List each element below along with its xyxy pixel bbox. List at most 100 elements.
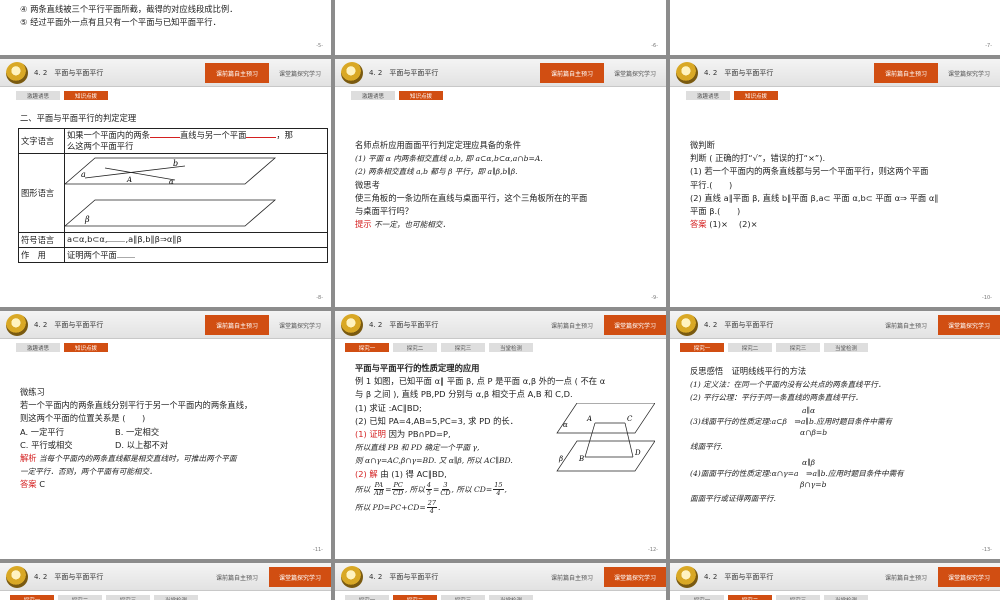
tab-explore-2[interactable]: 探究二 xyxy=(393,343,437,352)
tab-intro[interactable]: 激趣诱思 xyxy=(16,91,60,100)
tab-explore-2[interactable]: 探究二 xyxy=(728,343,772,352)
slide-9: 4. 2 平面与平面平行 课前篇自主预习 课堂篇探究学习 激趣诱思 知识点拨 名… xyxy=(335,59,666,307)
slide-header: 4. 2 平面与平面平行 课前篇自主预习 课堂篇探究学习 xyxy=(335,311,666,339)
svg-text:A: A xyxy=(586,415,592,423)
tab-explore-2[interactable]: 探究二 xyxy=(393,595,437,600)
tab-explore-3[interactable]: 探究三 xyxy=(106,595,150,600)
preview-button[interactable]: 课前篇自主预习 xyxy=(874,315,938,335)
slide-9-body: 名师点析应用面面平行判定定理应具备的条件 (1) 平面 α 内两条相交直线 a,… xyxy=(355,139,648,231)
explore-button[interactable]: 课堂篇探究学习 xyxy=(938,63,1000,83)
preview-tabs: 激趣诱思 知识点拨 xyxy=(16,91,112,100)
tab-explore-1[interactable]: 探究一 xyxy=(345,343,389,352)
row-label: 图形语言 xyxy=(18,153,65,233)
solution-label: (2) 解 xyxy=(355,468,378,479)
tab-knowledge[interactable]: 知识点拨 xyxy=(64,91,108,100)
preview-tabs: 激趣诱思 知识点拨 xyxy=(351,91,447,100)
slide-13: 4. 2 平面与平面平行 课前篇自主预习 课堂篇探究学习 探究一 探究二 探究三… xyxy=(670,311,1000,559)
tab-knowledge[interactable]: 知识点拨 xyxy=(734,91,778,100)
tab-explore-1[interactable]: 探究一 xyxy=(680,595,724,600)
tab-in-class-check[interactable]: 当堂检测 xyxy=(824,343,868,352)
tab-knowledge[interactable]: 知识点拨 xyxy=(399,91,443,100)
slide-15: 4. 2 平面与平面平行 课前篇自主预习 课堂篇探究学习 探究一 探究二 探究三… xyxy=(335,563,666,600)
preview-button[interactable]: 课前篇自主预习 xyxy=(540,567,604,587)
tab-in-class-check[interactable]: 当堂检测 xyxy=(489,343,533,352)
tab-in-class-check[interactable]: 当堂检测 xyxy=(154,595,198,600)
explanation-label: 解析 xyxy=(20,453,37,464)
slide-header: 4. 2 平面与平面平行 课前篇自主预习 课堂篇探究学习 xyxy=(670,563,1000,591)
school-logo-icon xyxy=(676,314,698,336)
school-logo-icon xyxy=(6,314,28,336)
explore-button[interactable]: 课堂篇探究学习 xyxy=(604,63,666,83)
page-number: -10- xyxy=(982,295,992,301)
page-number: -6- xyxy=(651,43,658,49)
explore-button[interactable]: 课堂篇探究学习 xyxy=(938,315,1000,335)
tab-intro[interactable]: 激趣诱思 xyxy=(351,91,395,100)
theorem-4: α∥β (4)面面平行的性质定理:α∩γ=a ⇒a∥b.应用时题目条件中需有 β… xyxy=(690,458,904,503)
section-label: 4. 2 平面与平面平行 xyxy=(704,321,774,329)
section-heading: 二、平面与平面平行的判定定理 xyxy=(20,113,137,123)
fill-blank[interactable] xyxy=(116,257,135,258)
section-label: 4. 2 平面与平面平行 xyxy=(34,573,104,581)
tab-explore-1[interactable]: 探究一 xyxy=(345,595,389,600)
fill-blank[interactable] xyxy=(246,137,277,138)
preview-button[interactable]: 课前篇自主预习 xyxy=(540,63,604,83)
fill-blank[interactable] xyxy=(149,137,180,138)
section-label: 4. 2 平面与平面平行 xyxy=(34,69,104,77)
preview-button[interactable]: 课前篇自主预习 xyxy=(874,63,938,83)
tab-explore-2[interactable]: 探究二 xyxy=(728,595,772,600)
tab-explore-3[interactable]: 探究三 xyxy=(441,343,485,352)
tab-explore-1[interactable]: 探究一 xyxy=(10,595,54,600)
fill-blank[interactable] xyxy=(107,241,126,242)
tab-intro[interactable]: 激趣诱思 xyxy=(16,343,60,352)
svg-text:α: α xyxy=(563,421,568,429)
explore-tabs: 探究一 探究二 探究三 当堂检测 xyxy=(680,343,872,352)
slide-10-body: 微判断 判断 ( 正确的打“√”，错误的打“×”). (1) 若一个平面内的两条… xyxy=(690,139,982,231)
tab-explore-3[interactable]: 探究三 xyxy=(776,343,820,352)
svg-text:β: β xyxy=(558,455,563,463)
tab-in-class-check[interactable]: 当堂检测 xyxy=(824,595,868,600)
slide-10: 4. 2 平面与平面平行 课前篇自主预习 课堂篇探究学习 激趣诱思 知识点拨 微… xyxy=(670,59,1000,307)
section-label: 4. 2 平面与平面平行 xyxy=(34,321,104,329)
options-row-1: A. 一定平行 B. 一定相交 xyxy=(20,426,160,437)
explanation-line: 解析 当每个平面内的两条直线都是相交直线时，可推出两个平面 xyxy=(20,453,237,464)
explore-button[interactable]: 课堂篇探究学习 xyxy=(604,315,666,335)
fraction-line-2: 所以 PD=PC+CD= 27 4. xyxy=(355,498,441,516)
usage-statement: 证明两个平面 xyxy=(64,247,328,263)
page-number: -13- xyxy=(982,547,992,553)
section-label: 4. 2 平面与平面平行 xyxy=(704,69,774,77)
page-number: -12- xyxy=(648,547,658,553)
tab-knowledge[interactable]: 知识点拨 xyxy=(64,343,108,352)
tab-explore-3[interactable]: 探究三 xyxy=(441,595,485,600)
symbol-statement: a⊂α,b⊂α, ,a∥β,b∥β⇒α∥β xyxy=(64,232,328,248)
tab-intro[interactable]: 激趣诱思 xyxy=(686,91,730,100)
svg-text:α: α xyxy=(169,178,174,186)
tab-explore-3[interactable]: 探究三 xyxy=(776,595,820,600)
explore-button[interactable]: 课堂篇探究学习 xyxy=(938,567,1000,587)
row-label: 符号语言 xyxy=(18,232,65,248)
hint-line: 提示 不一定，也可能相交． xyxy=(355,219,450,230)
svg-text:β: β xyxy=(84,215,90,224)
slide-8: 4. 2 平面与平面平行 课前篇自主预习 课堂篇探究学习 激趣诱思 知识点拨 二… xyxy=(0,59,331,307)
options-row-2: C. 平行或相交 D. 以上都不对 xyxy=(20,439,169,450)
theorem-3: a∥α (3)线面平行的性质定理:a⊂β ⇒a∥b.应用时题目条件中需有 α∩β… xyxy=(690,406,893,451)
preview-button[interactable]: 课前篇自主预习 xyxy=(540,315,604,335)
tab-in-class-check[interactable]: 当堂检测 xyxy=(489,595,533,600)
preview-button[interactable]: 课前篇自主预习 xyxy=(205,63,269,83)
hint-label: 提示 xyxy=(355,219,372,230)
explore-button[interactable]: 课堂篇探究学习 xyxy=(269,567,331,587)
preview-button[interactable]: 课前篇自主预习 xyxy=(205,315,269,335)
slide-header: 4. 2 平面与平面平行 课前篇自主预习 课堂篇探究学习 xyxy=(670,311,1000,339)
school-logo-icon xyxy=(341,62,363,84)
tab-explore-2[interactable]: 探究二 xyxy=(58,595,102,600)
slide-7: -7- xyxy=(670,0,1000,55)
tab-explore-1[interactable]: 探究一 xyxy=(680,343,724,352)
explore-button[interactable]: 课堂篇探究学习 xyxy=(269,315,331,335)
page-number: -5- xyxy=(316,43,323,49)
proof-label: (1) 证明 xyxy=(355,429,386,440)
preview-button[interactable]: 课前篇自主预习 xyxy=(874,567,938,587)
explore-button[interactable]: 课堂篇探究学习 xyxy=(604,567,666,587)
explore-tabs: 探究一 探究二 探究三 当堂检测 xyxy=(345,343,537,352)
preview-button[interactable]: 课前篇自主预习 xyxy=(205,567,269,587)
slide-header: 4. 2 平面与平面平行 课前篇自主预习 课堂篇探究学习 xyxy=(335,59,666,87)
explore-button[interactable]: 课堂篇探究学习 xyxy=(269,63,331,83)
